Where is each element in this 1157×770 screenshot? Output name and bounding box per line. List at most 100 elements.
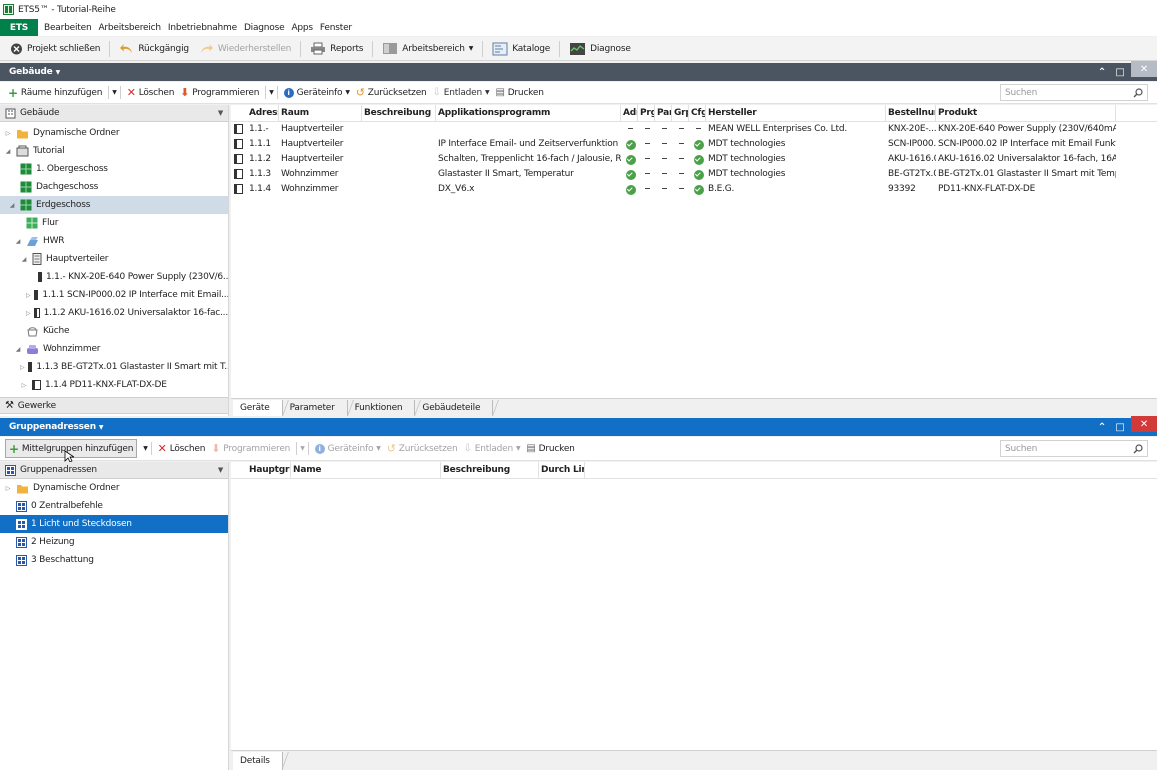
building-tree-header[interactable]: Gebäude ▼ [0,105,228,122]
ga-panel-header[interactable]: Gruppenadressen ▼ ⌃ □ ✕ [0,416,1157,436]
table-row[interactable]: 1.1.1 Hauptverteiler IP Interface Email- u… [231,137,1157,152]
col-header-app-program[interactable]: Applikationsprogramm [436,105,621,122]
building-search-input[interactable]: Suchen [1000,84,1148,101]
menu-fenster[interactable]: Fenster [320,23,352,33]
chevron-down-icon[interactable]: ▼ [218,109,223,117]
delete-button[interactable]: ✕ Löschen [124,83,178,103]
tab-details[interactable]: Details [233,752,283,770]
device-info-button[interactable]: i Geräteinfo ▼ [281,83,353,103]
ets-menu-button[interactable]: ETS [0,19,38,36]
add-rooms-button[interactable]: + Räume hinzufügen [5,83,105,103]
table-row[interactable]: 1.1.3 Wohnzimmer Glastaster II Smart, Temp… [231,167,1157,182]
tree-node-hauptverteiler[interactable]: ◢ Hauptverteiler [0,250,228,268]
maximize-icon[interactable]: □ [1111,418,1129,436]
expand-icon[interactable]: ▷ [4,130,12,137]
collapse-arrow-icon[interactable]: ◢ [14,238,22,245]
reset-button[interactable]: ↺ Zurücksetzen [353,83,430,103]
tree-node-device-1-1-1[interactable]: ▷ 1.1.1 SCN-IP000.02 IP Interface mit Ema… [0,286,228,304]
close-icon[interactable]: ✕ [1131,416,1157,432]
expand-icon[interactable]: ▷ [20,382,28,389]
menu-arbeitsbereich[interactable]: Arbeitsbereich [98,23,161,33]
table-row[interactable]: 1.1.4 Wohnzimmer DX_V6.x B.E.G. 93392 PD11-KN… [231,182,1157,197]
reset-button[interactable]: ↺ Zurücksetzen [384,439,461,459]
chevron-down-icon[interactable]: ▼ [269,89,274,96]
tree-node-device-1-1-3[interactable]: ▷ 1.1.3 BE-GT2Tx.01 Glastaster II Smart m… [0,358,228,376]
catalogs-button[interactable]: Kataloge [487,38,555,60]
col-header-main-group[interactable]: Hauptgruppe [247,462,291,479]
expand-icon[interactable]: ▷ [4,485,12,492]
col-header-cfg[interactable]: Cfg [689,105,706,122]
tab-parameter[interactable]: Parameter [283,400,348,416]
close-icon[interactable]: ✕ [1131,61,1157,77]
ga-node-1[interactable]: 1 Licht und Steckdosen [0,515,228,533]
tree-node-flur[interactable]: Flur [0,214,228,232]
table-row[interactable]: 1.1.2 Hauptverteiler Schalten, Treppenlich… [231,152,1157,167]
ga-node-0[interactable]: 0 Zentralbefehle [0,497,228,515]
diagnose-button[interactable]: Diagnose [564,38,636,60]
collapse-arrow-icon[interactable]: ◢ [20,256,28,263]
tree-node-1-obergeschoss[interactable]: 1. Obergeschoss [0,160,228,178]
tree-node-device-1-1-2[interactable]: ▷ 1.1.2 AKU-1616.02 Universalaktor 16-fac… [0,304,228,322]
table-row[interactable]: 1.1.- Hauptverteiler MEAN WELL Enterprises… [231,122,1157,137]
col-header-description[interactable]: Beschreibung [362,105,436,122]
print-button[interactable]: ▤ Drucken [492,83,546,103]
ga-node-2[interactable]: 2 Heizung [0,533,228,551]
ga-tree-header[interactable]: Gruppenadressen ▼ [0,462,228,479]
ga-node-3[interactable]: 3 Beschattung [0,551,228,569]
unload-button[interactable]: ⇩ Entladen ▼ [461,439,524,459]
col-header-manufacturer[interactable]: Hersteller [706,105,886,122]
menu-apps[interactable]: Apps [291,23,313,33]
col-header-description[interactable]: Beschreibung [441,462,539,479]
delete-button[interactable]: ✕ Löschen [155,439,209,459]
ga-search-input[interactable]: Suchen [1000,440,1148,457]
col-header-address[interactable]: Adresse [247,105,279,122]
menu-diagnose[interactable]: Diagnose [244,23,285,33]
chevron-down-icon[interactable]: ▼ [143,445,148,452]
col-header-pass-line[interactable]: Durch Linie [539,462,585,479]
building-panel-header[interactable]: Gebäude ▼ ⌃ □ ✕ [0,61,1157,81]
col-header-room[interactable]: Raum [279,105,362,122]
tree-node-erdgeschoss[interactable]: ◢ Erdgeschoss [0,196,228,214]
col-header-adr[interactable]: Adr [621,105,638,122]
tab-funktionen[interactable]: Funktionen [348,400,416,416]
menu-bearbeiten[interactable]: Bearbeiten [44,23,92,33]
collapse-icon[interactable]: ⌃ [1093,63,1111,81]
collapse-arrow-icon[interactable]: ◢ [4,148,12,155]
collapse-icon[interactable]: ⌃ [1093,418,1111,436]
tree-node-dynamic-folders[interactable]: ▷ Dynamische Ordner [0,124,228,142]
ga-node-dynamic-folders[interactable]: ▷ Dynamische Ordner [0,479,228,497]
expand-icon[interactable]: ▷ [26,310,31,317]
tab-gebaeudeteile[interactable]: Gebäudeteile [415,400,494,416]
trades-header[interactable]: ⚒ Gewerke [0,397,228,414]
tree-node-tutorial[interactable]: ◢ Tutorial [0,142,228,160]
tab-geraete[interactable]: Geräte [233,400,283,416]
undo-button[interactable]: Rückgängig [114,38,194,60]
col-header-order-number[interactable]: Bestellnummer [886,105,936,122]
menu-inbetriebnahme[interactable]: Inbetriebnahme [168,23,237,33]
tree-node-hwr[interactable]: ◢ HWR [0,232,228,250]
col-header-product[interactable]: Produkt [936,105,1116,122]
col-header-grp[interactable]: Grp [672,105,689,122]
expand-icon[interactable]: ▷ [26,292,31,299]
print-button[interactable]: ▤ Drucken [523,439,577,459]
col-header-par[interactable]: Par [655,105,672,122]
maximize-icon[interactable]: □ [1111,63,1129,81]
chevron-down-icon[interactable]: ▼ [218,466,223,474]
reports-button[interactable]: Reports [305,38,368,60]
tree-node-device-1-1-x[interactable]: 1.1.- KNX-20E-640 Power Supply (230V/6..… [0,268,228,286]
program-button[interactable]: ⬇ Programmieren [177,83,262,103]
tree-node-dachgeschoss[interactable]: Dachgeschoss [0,178,228,196]
chevron-down-icon[interactable]: ▼ [112,89,117,96]
tree-node-wohnzimmer[interactable]: ◢ Wohnzimmer [0,340,228,358]
collapse-arrow-icon[interactable]: ◢ [8,202,16,209]
chevron-down-icon[interactable]: ▼ [300,445,305,452]
expand-icon[interactable]: ▷ [20,364,25,371]
close-project-button[interactable]: Projekt schließen [5,38,105,60]
col-header-prg[interactable]: Prg [638,105,655,122]
program-button[interactable]: ⬇ Programmieren [208,439,293,459]
device-info-button[interactable]: i Geräteinfo ▼ [312,439,384,459]
col-header-name[interactable]: Name [291,462,441,479]
workspace-button[interactable]: Arbeitsbereich ▼ [377,38,478,60]
redo-button[interactable]: Wiederherstellen [194,38,296,60]
unload-button[interactable]: ⇩ Entladen ▼ [430,83,493,103]
